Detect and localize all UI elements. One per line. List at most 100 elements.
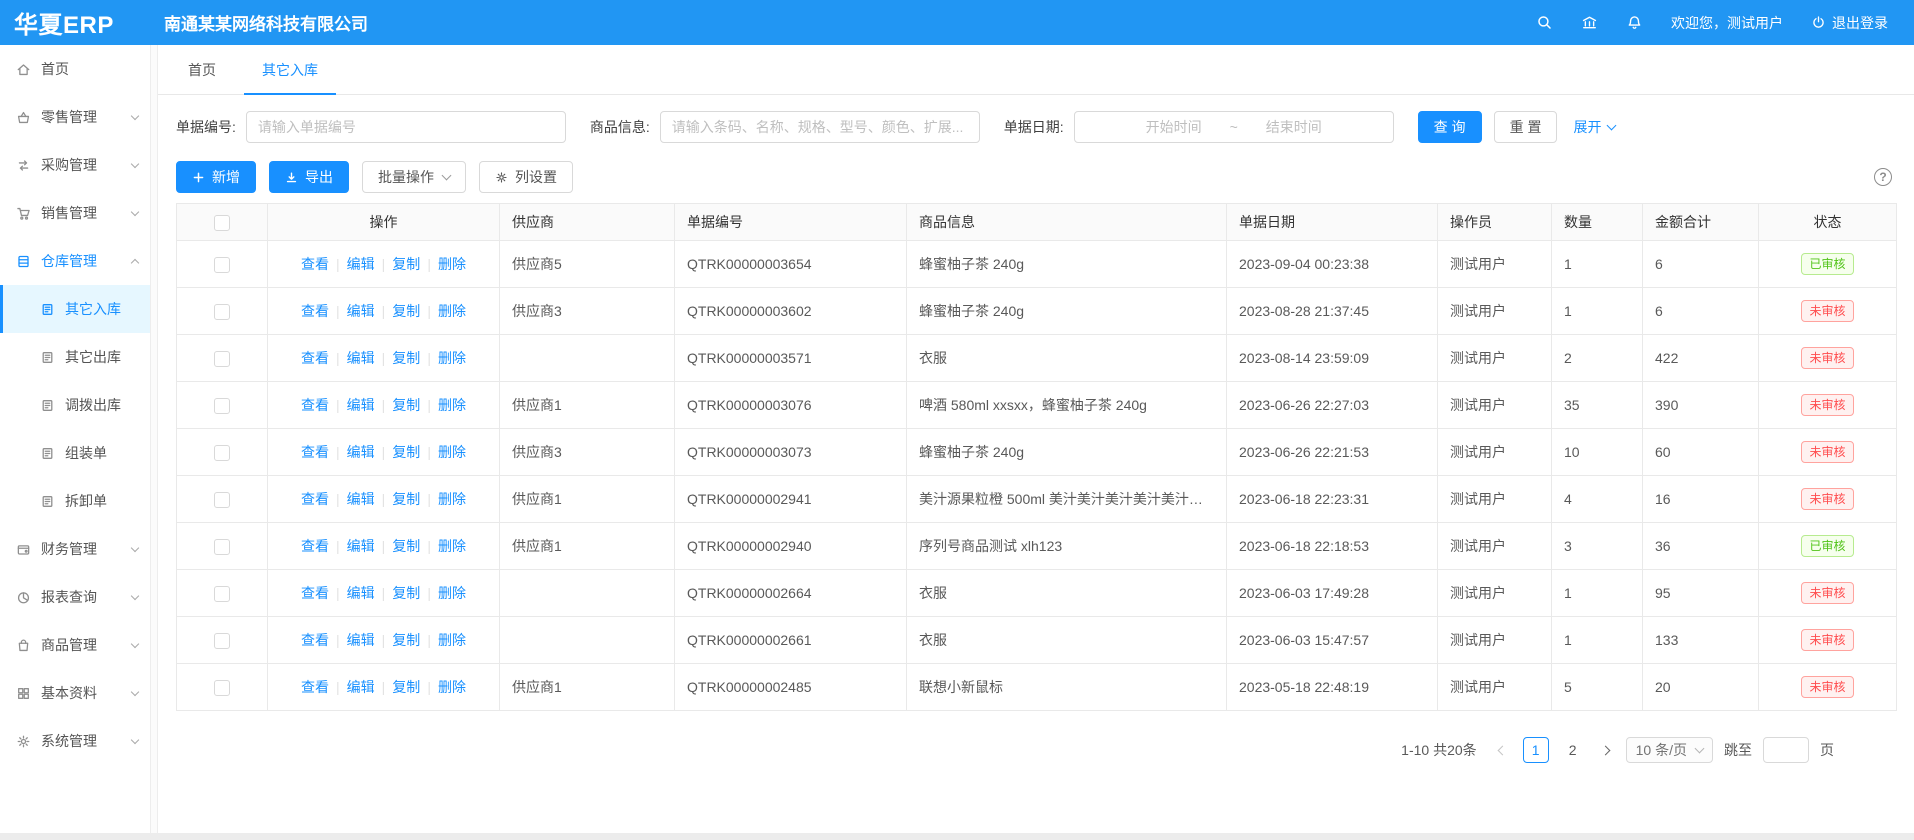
row-action-edit[interactable]: 编辑 [347, 491, 375, 507]
next-page-button[interactable] [1597, 737, 1615, 763]
page-button-2[interactable]: 2 [1560, 737, 1586, 763]
row-action-view[interactable]: 查看 [301, 538, 329, 554]
row-checkbox[interactable] [214, 492, 230, 508]
row-checkbox[interactable] [214, 398, 230, 414]
row-action-edit[interactable]: 编辑 [347, 632, 375, 648]
search-icon[interactable] [1536, 14, 1553, 31]
status-badge: 未审核 [1801, 629, 1853, 651]
sidebar-item-assembly-order[interactable]: 组装单 [0, 429, 150, 477]
search-button[interactable]: 查 询 [1418, 111, 1482, 143]
sidebar-item-transfer-outbound[interactable]: 调拨出库 [0, 381, 150, 429]
export-button[interactable]: 导出 [269, 161, 349, 193]
jump-page-input[interactable] [1763, 737, 1809, 763]
row-action-edit[interactable]: 编辑 [347, 679, 375, 695]
row-action-copy[interactable]: 复制 [392, 538, 420, 554]
row-action-copy[interactable]: 复制 [392, 632, 420, 648]
sidebar-item-purchase[interactable]: 采购管理 [0, 141, 150, 189]
row-action-edit[interactable]: 编辑 [347, 538, 375, 554]
help-icon[interactable] [1874, 168, 1892, 186]
row-action-edit[interactable]: 编辑 [347, 444, 375, 460]
row-action-delete[interactable]: 删除 [438, 538, 466, 554]
sidebar-item-label: 销售管理 [41, 203, 97, 223]
row-action-delete[interactable]: 删除 [438, 303, 466, 319]
company-name: 南通某某网络科技有限公司 [164, 10, 368, 35]
product-info-input[interactable] [660, 111, 980, 143]
organization-icon[interactable] [1581, 14, 1598, 31]
row-action-edit[interactable]: 编辑 [347, 585, 375, 601]
column-settings-button[interactable]: 列设置 [479, 161, 573, 193]
sidebar-item-finance[interactable]: 财务管理 [0, 525, 150, 573]
row-action-delete[interactable]: 删除 [438, 632, 466, 648]
sidebar-item-goods[interactable]: 商品管理 [0, 621, 150, 669]
expand-link[interactable]: 展开 [1573, 117, 1615, 137]
filter-group-product: 商品信息: [590, 111, 980, 143]
row-action-delete[interactable]: 删除 [438, 444, 466, 460]
tab-home[interactable]: 首页 [184, 45, 220, 94]
sidebar-item-retail[interactable]: 零售管理 [0, 93, 150, 141]
notifications-icon[interactable] [1626, 14, 1643, 31]
row-action-delete[interactable]: 删除 [438, 397, 466, 413]
status-badge: 已审核 [1801, 535, 1853, 557]
row-action-view[interactable]: 查看 [301, 256, 329, 272]
tab-other-inbound[interactable]: 其它入库 [258, 45, 322, 94]
row-checkbox[interactable] [214, 257, 230, 273]
logout-button[interactable]: 退出登录 [1811, 13, 1888, 33]
reset-button[interactable]: 重 置 [1494, 111, 1558, 143]
row-action-edit[interactable]: 编辑 [347, 256, 375, 272]
row-action-view[interactable]: 查看 [301, 632, 329, 648]
row-action-copy[interactable]: 复制 [392, 585, 420, 601]
horizontal-scrollbar[interactable] [0, 833, 1914, 840]
sidebar-item-sales[interactable]: 销售管理 [0, 189, 150, 237]
row-action-delete[interactable]: 删除 [438, 585, 466, 601]
row-action-view[interactable]: 查看 [301, 303, 329, 319]
sidebar-item-other-inbound[interactable]: 其它入库 [0, 285, 150, 333]
row-checkbox[interactable] [214, 539, 230, 555]
row-action-view[interactable]: 查看 [301, 679, 329, 695]
sidebar-scrollbar[interactable] [150, 45, 158, 833]
row-action-edit[interactable]: 编辑 [347, 397, 375, 413]
page-button-1[interactable]: 1 [1523, 737, 1549, 763]
date-range-input[interactable]: 开始时间 ~ 结束时间 [1074, 111, 1394, 143]
row-action-view[interactable]: 查看 [301, 397, 329, 413]
bill-no-input[interactable] [246, 111, 566, 143]
row-action-view[interactable]: 查看 [301, 350, 329, 366]
row-action-edit[interactable]: 编辑 [347, 303, 375, 319]
sidebar-item-disassembly-order[interactable]: 拆卸单 [0, 477, 150, 525]
row-checkbox[interactable] [214, 445, 230, 461]
row-action-view[interactable]: 查看 [301, 585, 329, 601]
row-action-copy[interactable]: 复制 [392, 256, 420, 272]
row-checkbox[interactable] [214, 633, 230, 649]
cell-supplier: 供应商1 [500, 664, 675, 711]
row-action-copy[interactable]: 复制 [392, 444, 420, 460]
sidebar-item-reports[interactable]: 报表查询 [0, 573, 150, 621]
row-action-edit[interactable]: 编辑 [347, 350, 375, 366]
column-header: 数量 [1552, 204, 1643, 241]
row-action-delete[interactable]: 删除 [438, 256, 466, 272]
select-all-checkbox[interactable] [214, 215, 230, 231]
chevron-down-icon [1695, 744, 1705, 754]
row-action-copy[interactable]: 复制 [392, 491, 420, 507]
row-action-copy[interactable]: 复制 [392, 350, 420, 366]
row-action-copy[interactable]: 复制 [392, 303, 420, 319]
row-action-copy[interactable]: 复制 [392, 397, 420, 413]
row-action-delete[interactable]: 删除 [438, 679, 466, 695]
add-button[interactable]: 新增 [176, 161, 256, 193]
app-logo[interactable]: 华夏ERP [0, 5, 150, 40]
row-checkbox[interactable] [214, 680, 230, 696]
row-checkbox[interactable] [214, 304, 230, 320]
sidebar-item-basic-data[interactable]: 基本资料 [0, 669, 150, 717]
sidebar-item-system[interactable]: 系统管理 [0, 717, 150, 765]
row-action-delete[interactable]: 删除 [438, 491, 466, 507]
page-size-select[interactable]: 10 条/页 [1626, 737, 1713, 763]
sidebar-item-warehouse[interactable]: 仓库管理 [0, 237, 150, 285]
prev-page-button[interactable] [1494, 737, 1512, 763]
sidebar-item-home[interactable]: 首页 [0, 45, 150, 93]
row-checkbox[interactable] [214, 351, 230, 367]
batch-actions-button[interactable]: 批量操作 [362, 161, 466, 193]
row-action-delete[interactable]: 删除 [438, 350, 466, 366]
row-action-view[interactable]: 查看 [301, 491, 329, 507]
row-action-copy[interactable]: 复制 [392, 679, 420, 695]
row-action-view[interactable]: 查看 [301, 444, 329, 460]
sidebar-item-other-outbound[interactable]: 其它出库 [0, 333, 150, 381]
row-checkbox[interactable] [214, 586, 230, 602]
